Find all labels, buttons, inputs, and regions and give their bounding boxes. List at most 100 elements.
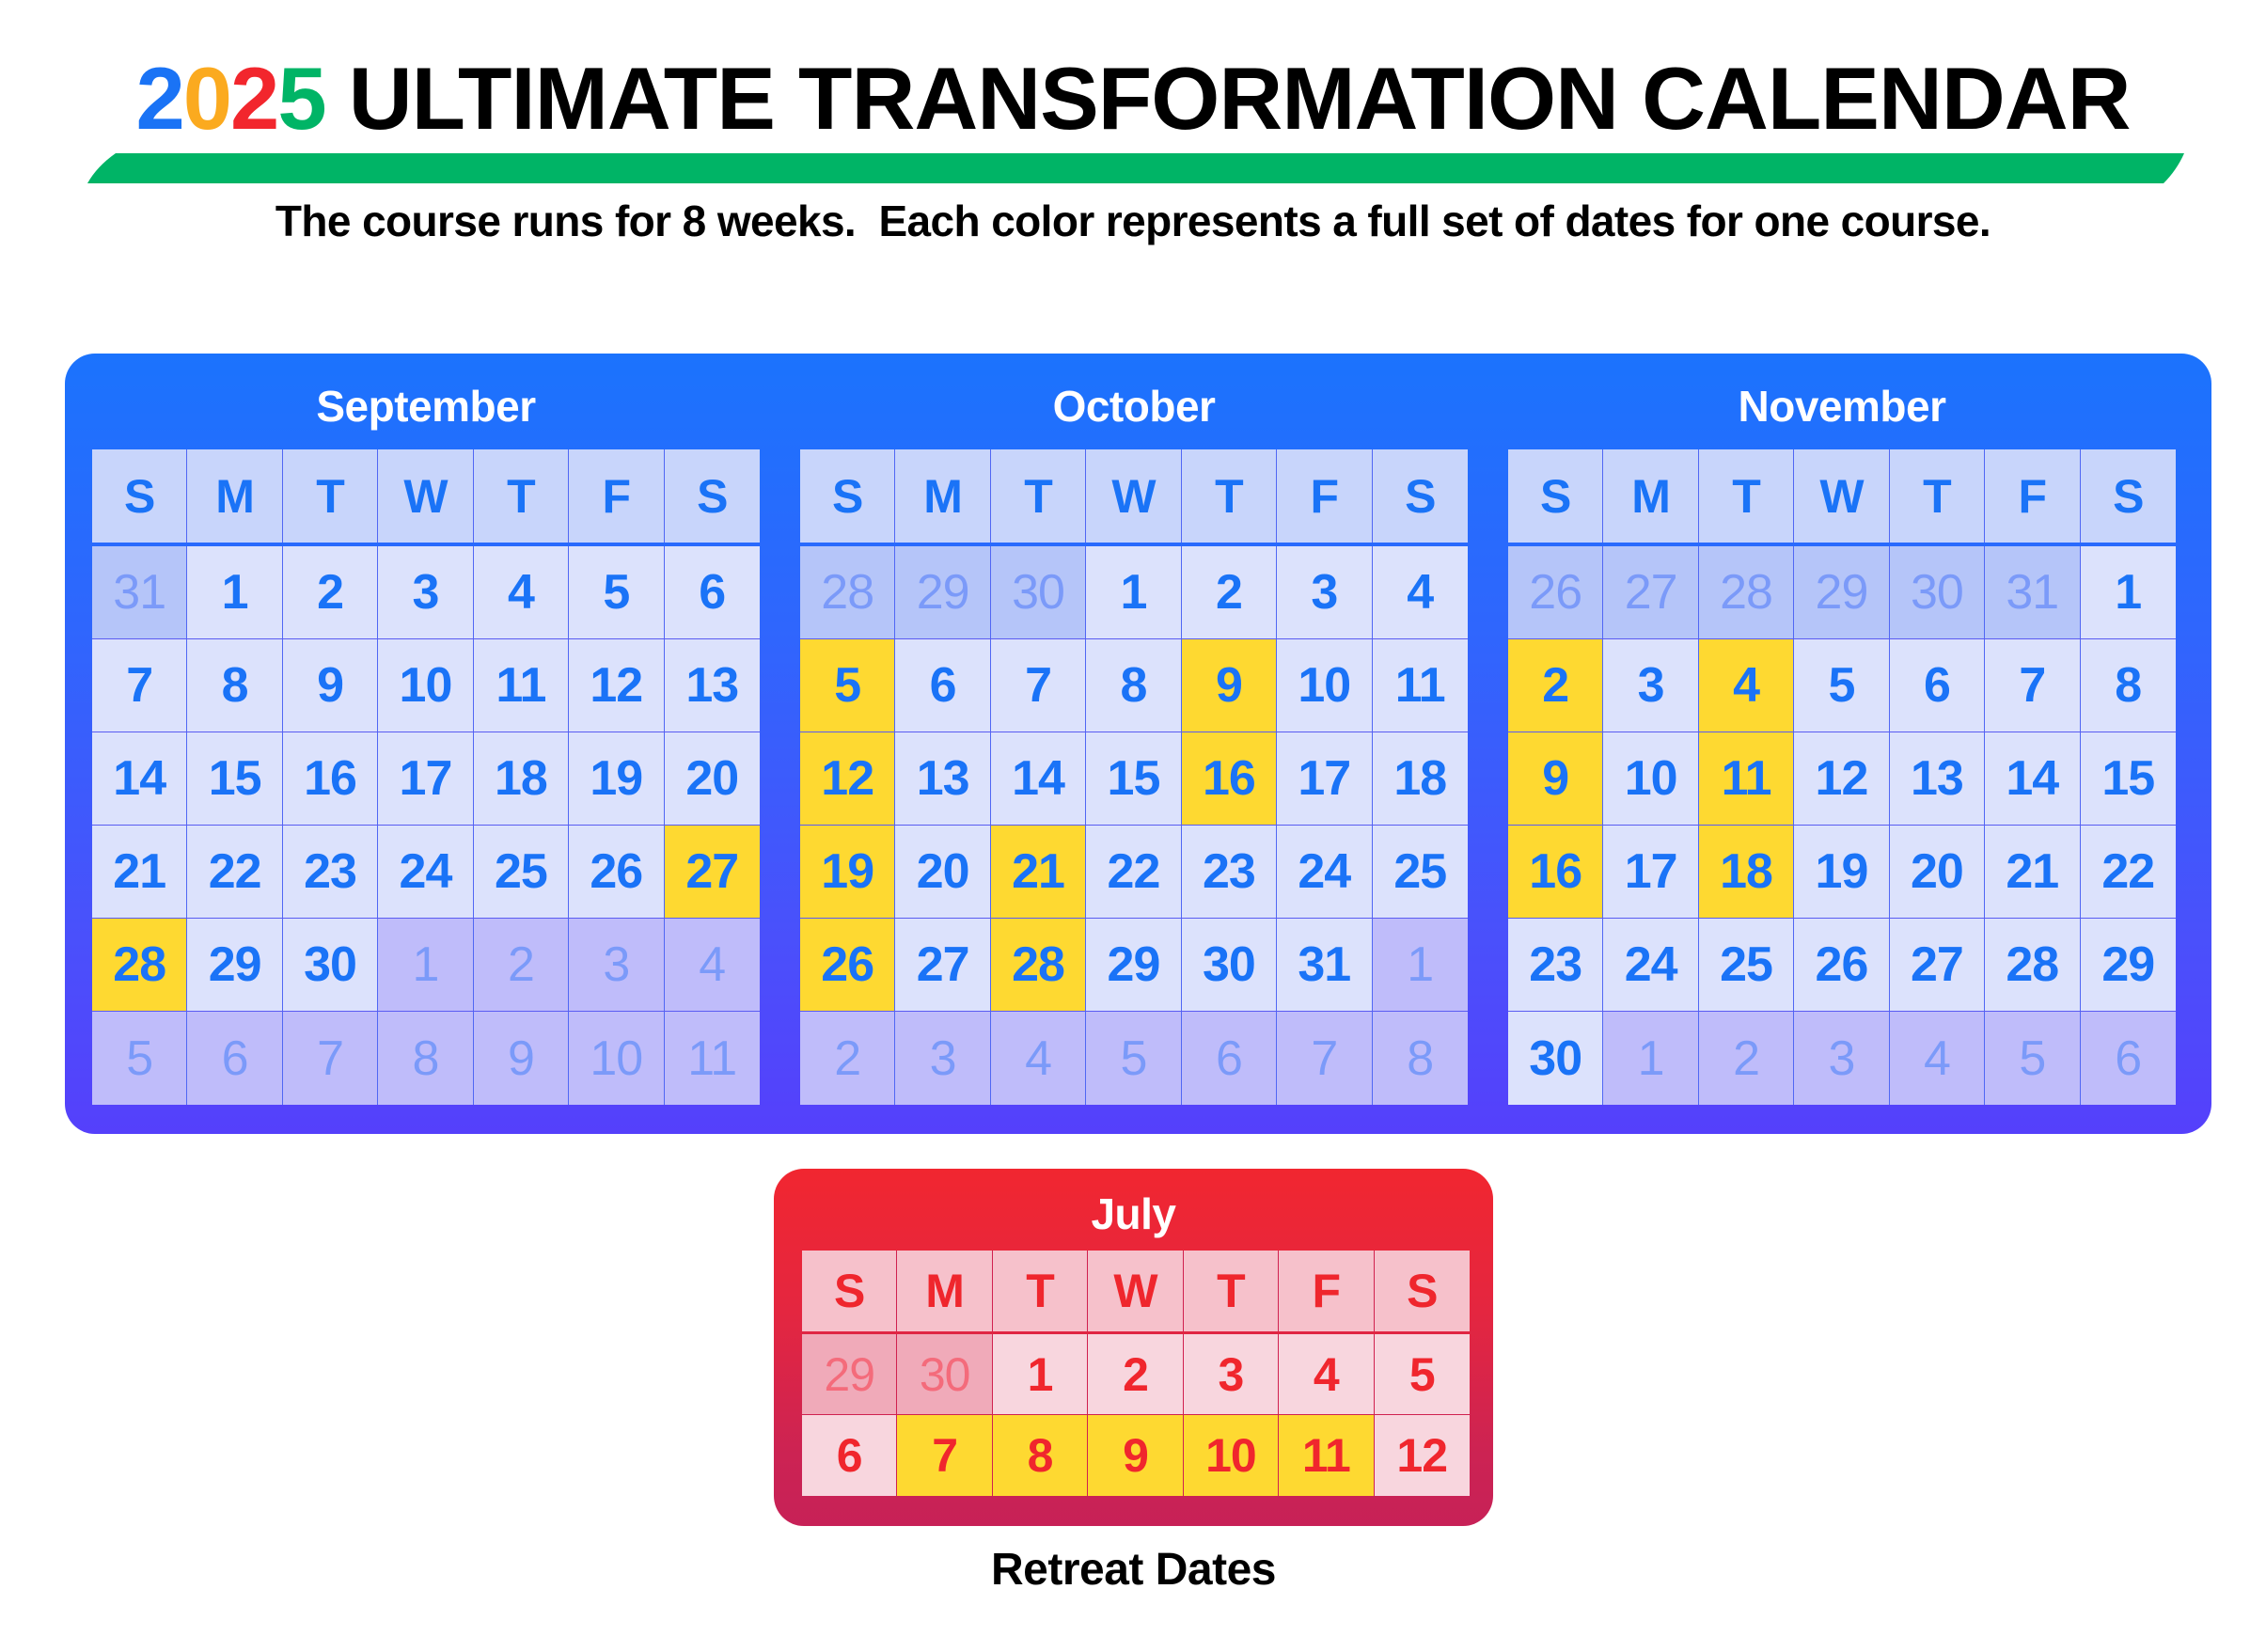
date-cell[interactable]: 6: [664, 546, 760, 638]
highlighted-date-cell[interactable]: 18: [1698, 826, 1795, 918]
adjacent-month-date-cell[interactable]: 28: [800, 546, 896, 638]
highlighted-date-cell[interactable]: 9: [1508, 732, 1604, 825]
date-cell[interactable]: 1: [2080, 546, 2176, 638]
highlighted-date-cell[interactable]: 4: [1698, 639, 1795, 732]
date-cell[interactable]: 8: [1086, 639, 1182, 732]
adjacent-month-date-cell[interactable]: 2: [473, 919, 570, 1011]
adjacent-month-date-cell[interactable]: 6: [1181, 1012, 1278, 1105]
adjacent-month-date-cell[interactable]: 3: [569, 919, 665, 1011]
adjacent-month-date-cell[interactable]: 30: [990, 546, 1087, 638]
adjacent-month-date-cell[interactable]: 4: [664, 919, 760, 1011]
adjacent-month-date-cell[interactable]: 9: [473, 1012, 570, 1105]
date-cell[interactable]: 15: [187, 732, 283, 825]
date-cell[interactable]: 10: [378, 639, 474, 732]
date-cell[interactable]: 14: [1985, 732, 2081, 825]
date-cell[interactable]: 30: [282, 919, 379, 1011]
highlighted-date-cell[interactable]: 5: [800, 639, 896, 732]
date-cell[interactable]: 10: [1277, 639, 1373, 732]
adjacent-month-date-cell[interactable]: 4: [1889, 1012, 1986, 1105]
date-cell[interactable]: 4: [1372, 546, 1468, 638]
date-cell[interactable]: 14: [92, 732, 188, 825]
date-cell[interactable]: 5: [1374, 1334, 1470, 1414]
date-cell[interactable]: 1: [187, 546, 283, 638]
retreat-date-cell[interactable]: 11: [1279, 1415, 1375, 1496]
date-cell[interactable]: 23: [1181, 826, 1278, 918]
date-cell[interactable]: 19: [1794, 826, 1890, 918]
date-cell[interactable]: 11: [473, 639, 570, 732]
date-cell[interactable]: 22: [1086, 826, 1182, 918]
adjacent-month-date-cell[interactable]: 7: [1277, 1012, 1373, 1105]
date-cell[interactable]: 13: [664, 639, 760, 732]
date-cell[interactable]: 15: [1086, 732, 1182, 825]
date-cell[interactable]: 2: [1181, 546, 1278, 638]
adjacent-month-date-cell[interactable]: 30: [1889, 546, 1986, 638]
highlighted-date-cell[interactable]: 9: [1181, 639, 1278, 732]
date-cell[interactable]: 13: [895, 732, 991, 825]
date-cell[interactable]: 7: [990, 639, 1087, 732]
date-cell[interactable]: 22: [2080, 826, 2176, 918]
date-cell[interactable]: 21: [92, 826, 188, 918]
date-cell[interactable]: 25: [473, 826, 570, 918]
date-cell[interactable]: 26: [569, 826, 665, 918]
adjacent-month-date-cell[interactable]: 1: [1603, 1012, 1699, 1105]
date-cell[interactable]: 1: [992, 1334, 1089, 1414]
date-cell[interactable]: 16: [282, 732, 379, 825]
date-cell[interactable]: 20: [895, 826, 991, 918]
adjacent-month-date-cell[interactable]: 10: [569, 1012, 665, 1105]
date-cell[interactable]: 3: [1603, 639, 1699, 732]
date-cell[interactable]: 10: [1603, 732, 1699, 825]
date-cell[interactable]: 28: [1985, 919, 2081, 1011]
date-cell[interactable]: 3: [1183, 1334, 1280, 1414]
date-cell[interactable]: 23: [1508, 919, 1604, 1011]
adjacent-month-date-cell[interactable]: 5: [92, 1012, 188, 1105]
date-cell[interactable]: 25: [1698, 919, 1795, 1011]
adjacent-month-date-cell[interactable]: 6: [2080, 1012, 2176, 1105]
date-cell[interactable]: 21: [1985, 826, 2081, 918]
date-cell[interactable]: 12: [1794, 732, 1890, 825]
date-cell[interactable]: 20: [664, 732, 760, 825]
date-cell[interactable]: 25: [1372, 826, 1468, 918]
retreat-date-cell[interactable]: 10: [1183, 1415, 1280, 1496]
date-cell[interactable]: 31: [1277, 919, 1373, 1011]
adjacent-month-date-cell[interactable]: 1: [1372, 919, 1468, 1011]
date-cell[interactable]: 24: [378, 826, 474, 918]
date-cell[interactable]: 27: [1889, 919, 1986, 1011]
adjacent-month-date-cell[interactable]: 28: [1698, 546, 1795, 638]
adjacent-month-date-cell[interactable]: 2: [1698, 1012, 1795, 1105]
adjacent-month-date-cell[interactable]: 30: [897, 1334, 993, 1414]
date-cell[interactable]: 7: [92, 639, 188, 732]
highlighted-date-cell[interactable]: 16: [1508, 826, 1604, 918]
highlighted-date-cell[interactable]: 28: [92, 919, 188, 1011]
date-cell[interactable]: 26: [1794, 919, 1890, 1011]
date-cell[interactable]: 18: [473, 732, 570, 825]
adjacent-month-date-cell[interactable]: 7: [282, 1012, 379, 1105]
adjacent-month-date-cell[interactable]: 27: [1603, 546, 1699, 638]
adjacent-month-date-cell[interactable]: 29: [802, 1334, 898, 1414]
date-cell[interactable]: 30: [1181, 919, 1278, 1011]
adjacent-month-date-cell[interactable]: 31: [1985, 546, 2081, 638]
adjacent-month-date-cell[interactable]: 3: [895, 1012, 991, 1105]
date-cell[interactable]: 7: [1985, 639, 2081, 732]
date-cell[interactable]: 30: [1508, 1012, 1604, 1105]
date-cell[interactable]: 4: [473, 546, 570, 638]
adjacent-month-date-cell[interactable]: 5: [1985, 1012, 2081, 1105]
highlighted-date-cell[interactable]: 11: [1698, 732, 1795, 825]
adjacent-month-date-cell[interactable]: 4: [990, 1012, 1087, 1105]
retreat-date-cell[interactable]: 8: [992, 1415, 1089, 1496]
date-cell[interactable]: 3: [378, 546, 474, 638]
adjacent-month-date-cell[interactable]: 11: [664, 1012, 760, 1105]
date-cell[interactable]: 17: [378, 732, 474, 825]
date-cell[interactable]: 6: [802, 1415, 898, 1496]
adjacent-month-date-cell[interactable]: 2: [800, 1012, 896, 1105]
highlighted-date-cell[interactable]: 21: [990, 826, 1087, 918]
date-cell[interactable]: 17: [1277, 732, 1373, 825]
highlighted-date-cell[interactable]: 27: [664, 826, 760, 918]
date-cell[interactable]: 24: [1277, 826, 1373, 918]
date-cell[interactable]: 12: [1374, 1415, 1470, 1496]
date-cell[interactable]: 2: [1088, 1334, 1184, 1414]
date-cell[interactable]: 19: [569, 732, 665, 825]
date-cell[interactable]: 24: [1603, 919, 1699, 1011]
highlighted-date-cell[interactable]: 28: [990, 919, 1087, 1011]
adjacent-month-date-cell[interactable]: 8: [1372, 1012, 1468, 1105]
date-cell[interactable]: 8: [187, 639, 283, 732]
